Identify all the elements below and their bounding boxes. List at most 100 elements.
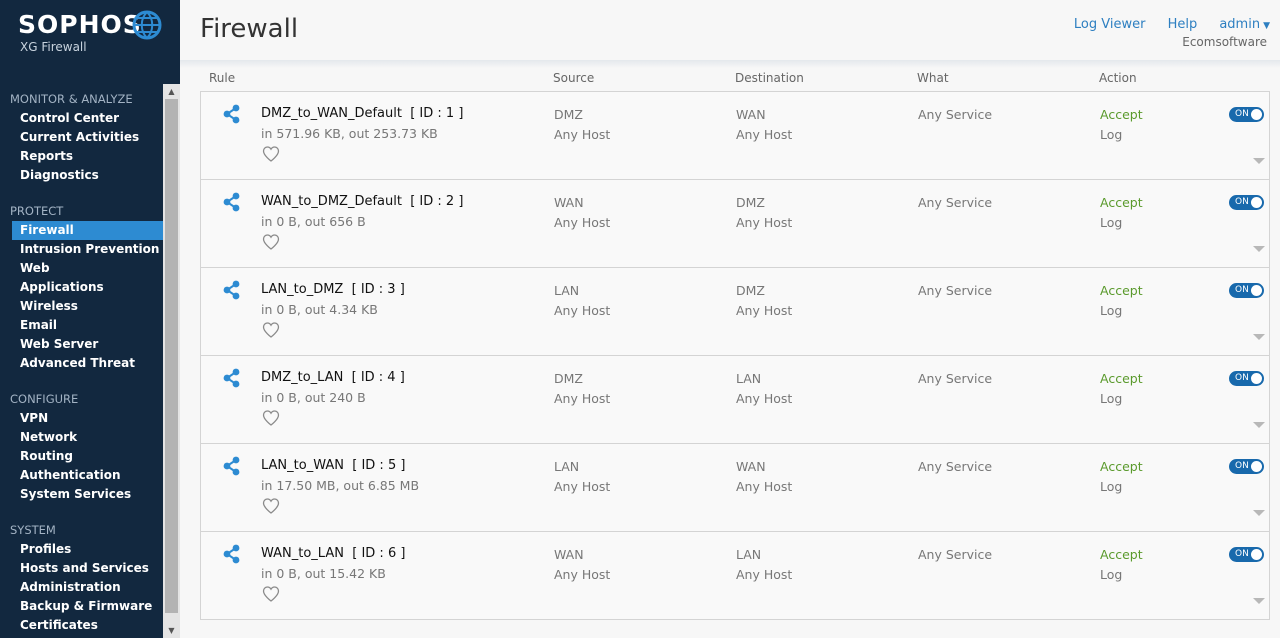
share-icon[interactable] bbox=[223, 544, 241, 564]
share-icon[interactable] bbox=[223, 104, 241, 124]
admin-menu[interactable]: admin ▼ bbox=[1219, 17, 1270, 32]
rule-toggle[interactable]: ON bbox=[1229, 283, 1264, 298]
rule-toggle[interactable]: ON bbox=[1229, 195, 1264, 210]
rule-service: Any Service bbox=[918, 547, 993, 562]
rule-row[interactable]: LAN_to_DMZ [ ID : 3 ] in 0 B, out 4.34 KB… bbox=[200, 267, 1270, 356]
log-viewer-link[interactable]: Log Viewer bbox=[1074, 17, 1146, 32]
rule-row[interactable]: DMZ_to_LAN [ ID : 4 ] in 0 B, out 240 B DM… bbox=[200, 355, 1270, 444]
heart-icon[interactable] bbox=[262, 585, 280, 603]
sidebar-item-applications[interactable]: Applications bbox=[0, 278, 163, 297]
logo-text: SOPHOS bbox=[18, 10, 142, 39]
rule-service: Any Service bbox=[918, 195, 993, 210]
rule-traffic: in 0 B, out 15.42 KB bbox=[261, 566, 386, 581]
share-icon[interactable] bbox=[223, 192, 241, 212]
expand-caret-icon[interactable] bbox=[1253, 598, 1265, 604]
heart-icon[interactable] bbox=[262, 145, 280, 163]
rule-toggle[interactable]: ON bbox=[1229, 107, 1264, 122]
sidebar-item-routing[interactable]: Routing bbox=[0, 447, 163, 466]
expand-caret-icon[interactable] bbox=[1253, 422, 1265, 428]
share-icon[interactable] bbox=[223, 368, 241, 388]
rule-log: Log bbox=[1100, 391, 1123, 406]
col-action: Action bbox=[1099, 71, 1137, 85]
toggle-knob bbox=[1251, 285, 1262, 296]
heart-icon[interactable] bbox=[262, 233, 280, 251]
heart-icon[interactable] bbox=[262, 409, 280, 427]
sidebar-item-administration[interactable]: Administration bbox=[0, 578, 163, 597]
sidebar-item-current-activities[interactable]: Current Activities bbox=[0, 128, 163, 147]
page-title: Firewall bbox=[200, 14, 299, 44]
sidebar-item-hosts-and-services[interactable]: Hosts and Services bbox=[0, 559, 163, 578]
sidebar-item-system-services[interactable]: System Services bbox=[0, 485, 163, 504]
expand-caret-icon[interactable] bbox=[1253, 246, 1265, 252]
sidebar-item-control-center[interactable]: Control Center bbox=[0, 109, 163, 128]
sidebar-item-backup-firmware[interactable]: Backup & Firmware bbox=[0, 597, 163, 616]
help-link[interactable]: Help bbox=[1168, 17, 1198, 32]
sidebar-scrollbar[interactable]: ▲ ▼ bbox=[163, 84, 180, 638]
source-zone: LAN bbox=[554, 283, 580, 298]
rule-row[interactable]: DMZ_to_WAN_Default [ ID : 1 ] in 571.96 K… bbox=[200, 91, 1270, 180]
heart-icon[interactable] bbox=[262, 497, 280, 515]
rule-toggle[interactable]: ON bbox=[1229, 459, 1264, 474]
rule-row[interactable]: WAN_to_DMZ_Default [ ID : 2 ] in 0 B, out… bbox=[200, 179, 1270, 268]
rule-name[interactable]: WAN_to_DMZ_Default [ ID : 2 ] bbox=[261, 194, 463, 209]
sidebar-item-certificates[interactable]: Certificates bbox=[0, 616, 163, 635]
rule-log: Log bbox=[1100, 567, 1123, 582]
sidebar-item-authentication[interactable]: Authentication bbox=[0, 466, 163, 485]
rule-name[interactable]: WAN_to_LAN [ ID : 6 ] bbox=[261, 546, 405, 561]
sidebar-item-diagnostics[interactable]: Diagnostics bbox=[0, 166, 163, 185]
share-icon[interactable] bbox=[223, 456, 241, 476]
share-icon[interactable] bbox=[223, 280, 241, 300]
caret-down-icon: ▼ bbox=[1263, 21, 1270, 31]
sidebar-item-web-server[interactable]: Web Server bbox=[0, 335, 163, 354]
organization-name: Ecomsoftware bbox=[1182, 35, 1267, 49]
destination-host: Any Host bbox=[736, 479, 793, 494]
heart-icon[interactable] bbox=[262, 321, 280, 339]
scroll-down-arrow-icon[interactable]: ▼ bbox=[163, 623, 180, 638]
sidebar-menu: MONITOR & ANALYZE Control Center Current A… bbox=[0, 90, 163, 635]
source-zone: DMZ bbox=[554, 107, 583, 122]
sidebar-item-wireless[interactable]: Wireless bbox=[0, 297, 163, 316]
sidebar-item-firewall[interactable]: Firewall bbox=[12, 221, 163, 240]
product-name: XG Firewall bbox=[20, 40, 87, 54]
scrollbar-thumb[interactable] bbox=[165, 99, 178, 613]
sidebar-item-network[interactable]: Network bbox=[0, 428, 163, 447]
col-what: What bbox=[917, 71, 949, 85]
expand-caret-icon[interactable] bbox=[1253, 334, 1265, 340]
expand-caret-icon[interactable] bbox=[1253, 510, 1265, 516]
header-links: Log Viewer Help admin ▼ bbox=[1056, 17, 1270, 32]
rule-toggle[interactable]: ON bbox=[1229, 547, 1264, 562]
sidebar-section-title: CONFIGURE bbox=[10, 392, 79, 406]
expand-caret-icon[interactable] bbox=[1253, 158, 1265, 164]
rule-name[interactable]: DMZ_to_LAN [ ID : 4 ] bbox=[261, 370, 405, 385]
rule-toggle[interactable]: ON bbox=[1229, 371, 1264, 386]
rule-name[interactable]: DMZ_to_WAN_Default [ ID : 1 ] bbox=[261, 106, 463, 121]
sidebar-item-intrusion-prevention[interactable]: Intrusion Prevention bbox=[0, 240, 163, 259]
rule-name[interactable]: LAN_to_WAN [ ID : 5 ] bbox=[261, 458, 405, 473]
rule-id: [ ID : 4 ] bbox=[351, 370, 405, 385]
rule-name-text: WAN_to_DMZ_Default bbox=[261, 194, 402, 209]
source-zone: DMZ bbox=[554, 371, 583, 386]
toggle-knob bbox=[1251, 461, 1262, 472]
col-destination: Destination bbox=[735, 71, 804, 85]
sidebar-item-advanced-threat[interactable]: Advanced Threat bbox=[0, 354, 163, 373]
header-divider bbox=[180, 60, 1280, 68]
rule-log: Log bbox=[1100, 303, 1123, 318]
destination-host: Any Host bbox=[736, 215, 793, 230]
sidebar-item-vpn[interactable]: VPN bbox=[0, 409, 163, 428]
sidebar-item-profiles[interactable]: Profiles bbox=[0, 540, 163, 559]
rule-id: [ ID : 3 ] bbox=[351, 282, 405, 297]
source-zone: LAN bbox=[554, 459, 580, 474]
sidebar-item-reports[interactable]: Reports bbox=[0, 147, 163, 166]
destination-zone: LAN bbox=[736, 547, 762, 562]
rule-name[interactable]: LAN_to_DMZ [ ID : 3 ] bbox=[261, 282, 405, 297]
scroll-up-arrow-icon[interactable]: ▲ bbox=[163, 84, 180, 99]
rule-id: [ ID : 2 ] bbox=[410, 194, 464, 209]
sidebar-item-email[interactable]: Email bbox=[0, 316, 163, 335]
rule-row[interactable]: WAN_to_LAN [ ID : 6 ] in 0 B, out 15.42 K… bbox=[200, 531, 1270, 620]
rule-traffic: in 0 B, out 656 B bbox=[261, 214, 366, 229]
sidebar-item-web[interactable]: Web bbox=[0, 259, 163, 278]
rule-row[interactable]: LAN_to_WAN [ ID : 5 ] in 17.50 MB, out 6.… bbox=[200, 443, 1270, 532]
rule-id: [ ID : 6 ] bbox=[352, 546, 406, 561]
